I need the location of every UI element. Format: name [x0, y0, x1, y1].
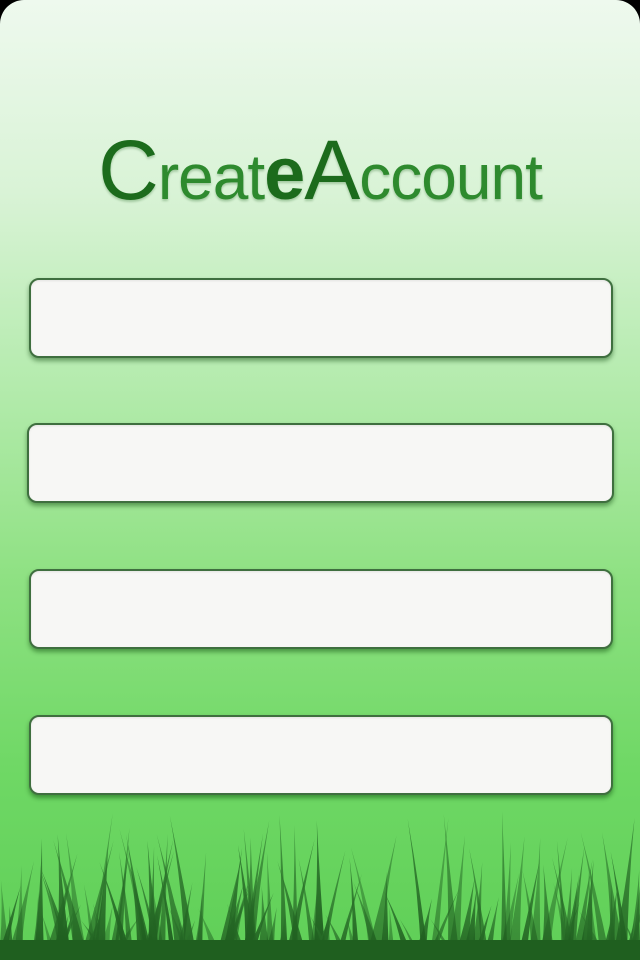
title-initial-c: C [98, 123, 159, 217]
grass-blade [500, 810, 508, 960]
title-text-ccount: ccount [359, 141, 543, 213]
grass-decoration-icon [0, 810, 640, 960]
page-title: CreateAccount [0, 128, 640, 212]
account-field-4[interactable] [29, 715, 613, 795]
account-field-3[interactable] [29, 569, 613, 649]
create-account-screen: CreateAccount [0, 0, 640, 960]
account-field-1[interactable] [29, 278, 613, 358]
title-letter-e: e [264, 132, 305, 215]
account-field-2[interactable] [27, 423, 614, 503]
title-text-reat: reat [157, 141, 265, 213]
title-initial-a: A [304, 123, 360, 217]
